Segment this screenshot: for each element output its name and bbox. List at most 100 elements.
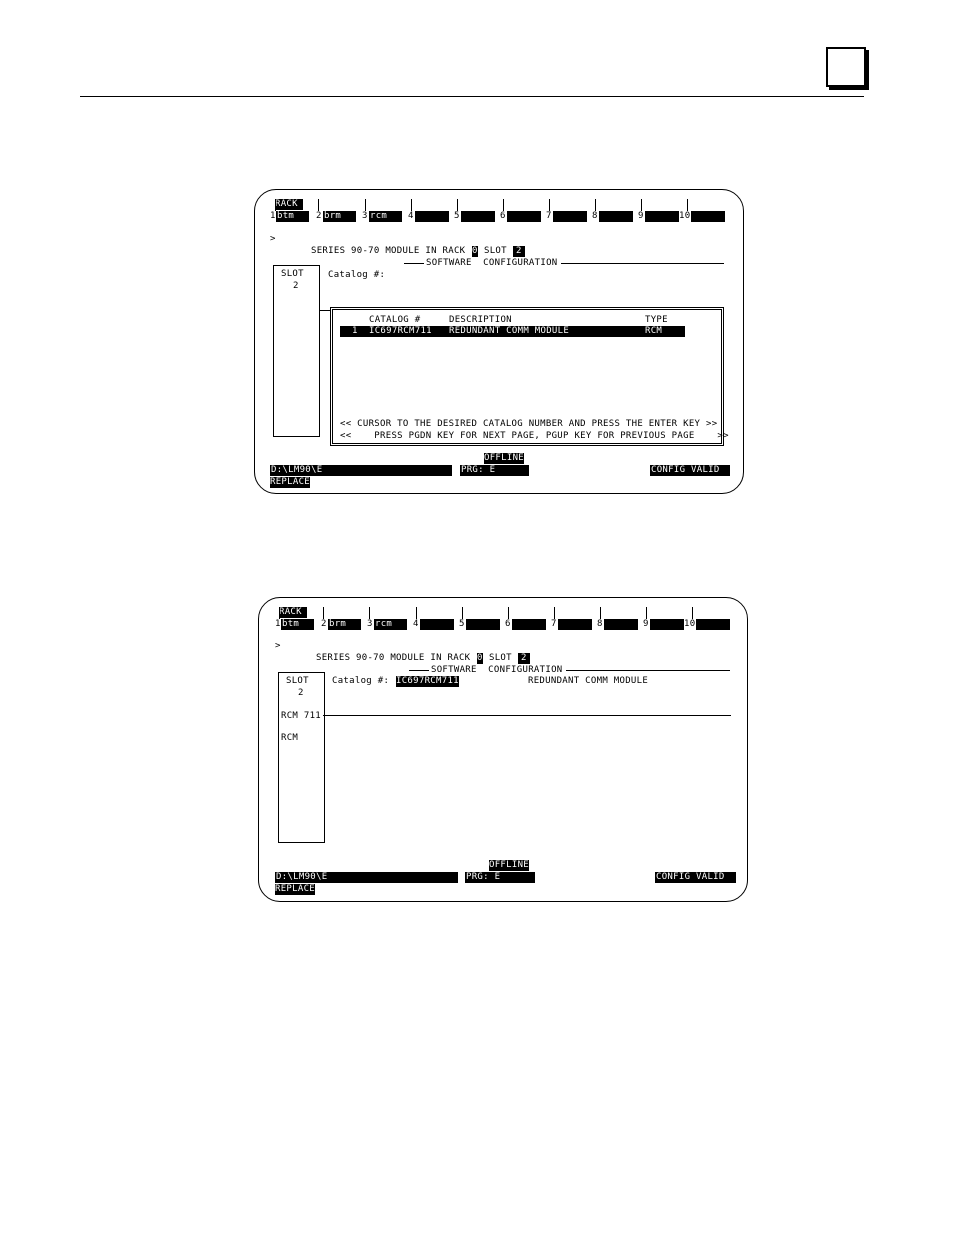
fk-tick: [457, 199, 458, 211]
fk-tick: [549, 199, 550, 211]
fk-1-button[interactable]: btm: [281, 619, 314, 630]
header-type: TYPE: [645, 315, 668, 325]
fk-tick: [323, 607, 324, 619]
offline-indicator: OFFLINE: [489, 860, 530, 871]
fk-6-button[interactable]: [507, 211, 541, 222]
fk-2-button[interactable]: brm: [323, 211, 356, 222]
fk-10-number: 10: [684, 619, 696, 629]
rack-label: RACK: [279, 607, 307, 618]
fk-6-button[interactable]: [512, 619, 546, 630]
catalog-label: Catalog #:: [328, 270, 386, 280]
fk-1-number: 1: [270, 211, 276, 221]
fk-10-number: 10: [679, 211, 691, 221]
fk-7-button[interactable]: [558, 619, 592, 630]
fk-5-number: 5: [454, 211, 460, 221]
rack-number: 0: [472, 246, 478, 257]
popup-instruction-2: << PRESS PGDN KEY FOR NEXT PAGE, PGUP KE…: [340, 431, 729, 441]
slot-word: SLOT: [489, 653, 512, 663]
fk-1-label: btm: [277, 211, 295, 221]
fk-3-number: 3: [367, 619, 373, 629]
fk-1-number: 1: [275, 619, 281, 629]
fk-3-button[interactable]: rcm: [374, 619, 407, 630]
fk-8-number: 8: [597, 619, 603, 629]
path-text: D:\LM90\E: [271, 465, 323, 475]
slot-number: 2: [513, 246, 525, 257]
fk-tick: [600, 607, 601, 619]
slot-number: 2: [518, 653, 530, 664]
fk-9-number: 9: [638, 211, 644, 221]
fk-5-number: 5: [459, 619, 465, 629]
replace-mode: REPLACE: [270, 477, 311, 488]
row-description: REDUNDANT COMM MODULE: [449, 326, 570, 336]
fk-8-button[interactable]: [599, 211, 633, 222]
prg-bar: PRG: E: [465, 872, 535, 883]
header-rule: [80, 96, 864, 97]
series-line: SERIES 90-70 MODULE IN RACK: [311, 246, 466, 256]
fk-3-button[interactable]: rcm: [369, 211, 402, 222]
catalog-description: REDUNDANT COMM MODULE: [528, 676, 649, 686]
catalog-input[interactable]: IC697RCM711: [396, 676, 459, 687]
fk-tick: [508, 607, 509, 619]
path-bar: D:\LM90\E: [275, 872, 458, 883]
prg-bar: PRG: E: [460, 465, 529, 476]
fk-8-number: 8: [592, 211, 598, 221]
fk-2-button[interactable]: brm: [328, 619, 361, 630]
fk-10-button[interactable]: [691, 211, 725, 222]
slot-box-module: RCM 711: [281, 711, 322, 721]
fk-tick: [646, 607, 647, 619]
fk-tick: [279, 607, 280, 619]
screen-catalog-selected: RACK 1 btm 2 brm 3 rcm 4 5 6 7 8 9 10 > …: [258, 597, 748, 902]
section-rule: [566, 670, 730, 671]
fk-tick: [692, 607, 693, 619]
fk-tick: [503, 199, 504, 211]
fk-1-label: btm: [282, 619, 300, 629]
fk-tick: [554, 607, 555, 619]
section-rule: [404, 263, 424, 264]
fk-9-button[interactable]: [645, 211, 679, 222]
fk-4-button[interactable]: [420, 619, 454, 630]
command-prompt[interactable]: >: [270, 234, 276, 245]
slot-box-type: RCM: [281, 733, 299, 743]
command-prompt[interactable]: >: [275, 641, 281, 652]
row-index: 1: [352, 326, 358, 336]
fk-tick: [462, 607, 463, 619]
fk-5-button[interactable]: [461, 211, 495, 222]
header-description: DESCRIPTION: [449, 315, 512, 325]
fk-3-label: rcm: [370, 211, 388, 221]
catalog-label: Catalog #:: [332, 676, 390, 686]
row-type: RCM: [645, 326, 663, 336]
fk-7-button[interactable]: [553, 211, 587, 222]
section-title: SOFTWARE CONFIGURATION: [431, 665, 563, 675]
section-rule: [409, 670, 429, 671]
fk-tick: [365, 199, 366, 211]
config-status-bar: CONFIG VALID: [650, 465, 730, 476]
catalog-row-selected[interactable]: 1 IC697RCM711 REDUNDANT COMM MODULE RCM: [340, 326, 685, 337]
slot-word: SLOT: [484, 246, 507, 256]
section-title: SOFTWARE CONFIGURATION: [426, 258, 558, 268]
slot-box-number: 2: [298, 688, 304, 698]
fk-tick: [641, 199, 642, 211]
chapter-tab-box: [826, 47, 866, 87]
detail-rule: [323, 715, 731, 716]
popup-instruction-1: << CURSOR TO THE DESIRED CATALOG NUMBER …: [340, 419, 718, 429]
fk-7-number: 7: [551, 619, 557, 629]
fk-1-button[interactable]: btm: [276, 211, 309, 222]
fk-10-button[interactable]: [696, 619, 730, 630]
fk-8-button[interactable]: [604, 619, 638, 630]
rack-label: RACK: [275, 199, 303, 210]
row-catalog: IC697RCM711: [369, 326, 432, 336]
section-rule: [561, 263, 724, 264]
fk-4-button[interactable]: [415, 211, 449, 222]
fk-6-number: 6: [505, 619, 511, 629]
fk-2-number: 2: [321, 619, 327, 629]
slot-box-label: SLOT: [281, 269, 304, 279]
fk-tick: [416, 607, 417, 619]
fk-2-number: 2: [316, 211, 322, 221]
fk-4-number: 4: [408, 211, 414, 221]
prg-text: PRG: E: [466, 872, 501, 882]
fk-9-button[interactable]: [650, 619, 684, 630]
fk-tick: [595, 199, 596, 211]
fk-5-button[interactable]: [466, 619, 500, 630]
path-text: D:\LM90\E: [276, 872, 328, 882]
series-line: SERIES 90-70 MODULE IN RACK: [316, 653, 471, 663]
